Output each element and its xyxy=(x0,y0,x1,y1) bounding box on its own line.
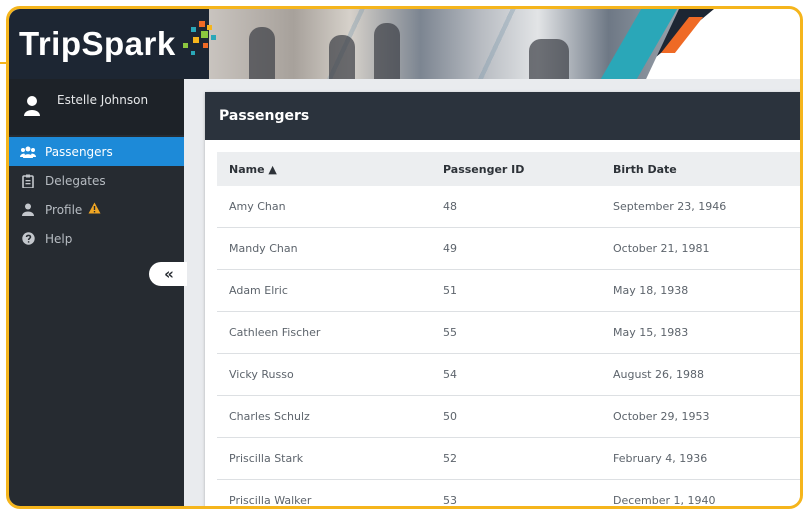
users-icon xyxy=(19,146,37,158)
photo-figure xyxy=(374,23,400,79)
table-row[interactable]: Cathleen Fischer 55 May 15, 1983 xyxy=(217,311,800,354)
sidebar-item-profile[interactable]: Profile xyxy=(9,195,184,224)
sidebar-item-help[interactable]: Help xyxy=(9,224,184,253)
cell-name: Priscilla Stark xyxy=(217,437,443,480)
cell-name: Priscilla Walker xyxy=(217,479,443,506)
passengers-table: Name ▲ Passenger ID Birth Date Amy Chan 4… xyxy=(217,152,800,506)
user-panel: Estelle Johnson xyxy=(9,79,184,135)
user-name: Estelle Johnson xyxy=(57,93,149,107)
app-logo: TripSpark xyxy=(19,25,176,62)
clipboard-icon xyxy=(19,174,37,188)
sidebar-nav: Passengers Delegates Profile Help xyxy=(9,137,184,253)
sidebar: Estelle Johnson Passengers Delegates Pro… xyxy=(9,79,189,506)
cell-birth-date: October 21, 1981 xyxy=(613,227,800,270)
cell-name: Cathleen Fischer xyxy=(217,311,443,354)
cell-name: Mandy Chan xyxy=(217,227,443,270)
table-row[interactable]: Vicky Russo 54 August 26, 1988 xyxy=(217,353,800,396)
photo-figure xyxy=(249,27,275,79)
table-row[interactable]: Amy Chan 48 September 23, 1946 xyxy=(217,186,800,228)
column-header-passenger-id[interactable]: Passenger ID xyxy=(443,152,613,186)
table-row[interactable]: Priscilla Stark 52 February 4, 1936 xyxy=(217,437,800,480)
sidebar-item-delegates[interactable]: Delegates xyxy=(9,166,184,195)
table-header-row: Name ▲ Passenger ID Birth Date xyxy=(217,152,800,186)
user-icon xyxy=(19,203,37,216)
cell-name: Adam Elric xyxy=(217,269,443,312)
cell-name: Amy Chan xyxy=(217,186,443,228)
cell-birth-date: August 26, 1988 xyxy=(613,353,800,396)
photo-figure xyxy=(329,35,355,79)
cell-birth-date: February 4, 1936 xyxy=(613,437,800,480)
table-row[interactable]: Priscilla Walker 53 December 1, 1940 xyxy=(217,479,800,506)
cell-passenger-id: 52 xyxy=(443,437,613,480)
cell-passenger-id: 48 xyxy=(443,186,613,228)
app-frame: TripSpark Estelle Johnson Passengers Del… xyxy=(6,6,803,509)
cell-passenger-id: 49 xyxy=(443,227,613,270)
collapse-sidebar-button[interactable]: « xyxy=(149,262,189,286)
photo-figure xyxy=(529,39,569,79)
cell-passenger-id: 50 xyxy=(443,395,613,438)
cell-birth-date: May 18, 1938 xyxy=(613,269,800,312)
table-row[interactable]: Charles Schulz 50 October 29, 1953 xyxy=(217,395,800,438)
cell-birth-date: May 15, 1983 xyxy=(613,311,800,354)
cell-birth-date: December 1, 1940 xyxy=(613,479,800,506)
cell-passenger-id: 55 xyxy=(443,311,613,354)
table-row[interactable]: Adam Elric 51 May 18, 1938 xyxy=(217,269,800,312)
spark-logo-icon xyxy=(183,21,216,55)
cell-birth-date: September 23, 1946 xyxy=(613,186,800,228)
sidebar-item-label: Profile xyxy=(45,202,83,217)
sidebar-item-label: Passengers xyxy=(45,144,113,159)
warning-icon xyxy=(88,202,101,217)
page-title: Passengers xyxy=(205,92,800,140)
cell-name: Vicky Russo xyxy=(217,353,443,396)
main-content: Passengers Name ▲ Passenger ID Birth Dat… xyxy=(187,79,800,506)
column-header-name[interactable]: Name ▲ xyxy=(217,152,443,186)
table-row[interactable]: Mandy Chan 49 October 21, 1981 xyxy=(217,227,800,270)
cell-passenger-id: 53 xyxy=(443,479,613,506)
cell-passenger-id: 54 xyxy=(443,353,613,396)
user-avatar-icon xyxy=(24,96,40,116)
sidebar-item-passengers[interactable]: Passengers xyxy=(9,137,184,166)
column-header-birth-date[interactable]: Birth Date xyxy=(613,152,800,186)
sidebar-item-label: Help xyxy=(45,231,73,246)
passengers-panel: Passengers Name ▲ Passenger ID Birth Dat… xyxy=(205,92,800,506)
header-banner: TripSpark xyxy=(9,9,800,79)
cell-birth-date: October 29, 1953 xyxy=(613,395,800,438)
cell-name: Charles Schulz xyxy=(217,395,443,438)
sidebar-item-label: Delegates xyxy=(45,173,106,188)
cell-passenger-id: 51 xyxy=(443,269,613,312)
question-icon xyxy=(19,232,37,245)
